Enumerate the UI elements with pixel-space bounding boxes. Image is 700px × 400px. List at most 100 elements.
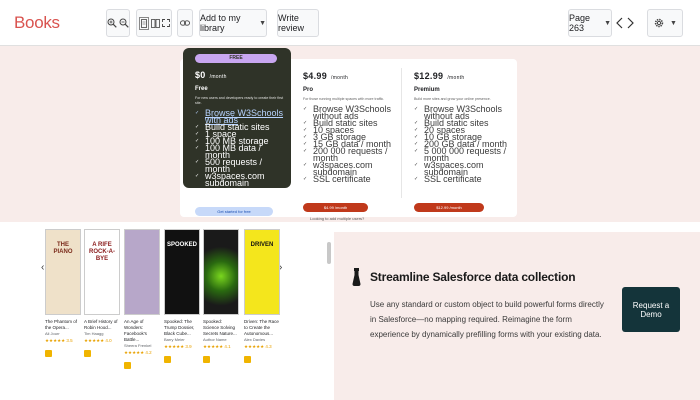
book-title[interactable]: The Phantom of the Opera... (45, 319, 81, 331)
book-cover[interactable]: DRIVEN (244, 229, 280, 315)
star-rating: ★★★★★ 3.9 (164, 344, 192, 349)
link-icon (180, 20, 190, 26)
cover-text: THE PIANO (53, 242, 73, 255)
star-rating: ★★★★★ 4.3 (244, 344, 272, 349)
two-page-view-icon[interactable] (150, 18, 160, 28)
next-page-icon[interactable] (627, 17, 634, 29)
single-page-view-icon[interactable] (138, 16, 149, 30)
book-title[interactable]: Spooked: The Trump Dossier, Black Cube..… (164, 319, 200, 337)
plan-features: Browse W3Schools without ads Build stati… (303, 105, 398, 184)
book-card[interactable]: DRIVEN Driven: The Race to Create the Au… (244, 229, 280, 368)
book-author: Sheera Frenkel (124, 343, 152, 348)
book-author: Barry Meier (164, 337, 185, 342)
plan-name: Premium (414, 87, 440, 93)
zoom-out-icon[interactable] (119, 18, 129, 28)
page-select[interactable]: Page 263 ▼ (568, 9, 612, 37)
plan-feature: SSL certificate (414, 175, 514, 184)
plan-features: Browse W3Schools with ads Build static s… (195, 109, 285, 188)
fullscreen-icon[interactable] (161, 19, 170, 27)
book-author: Alex Davies (244, 337, 266, 342)
page-nav-group (613, 9, 637, 37)
book-cover[interactable]: SPOOKED (164, 229, 200, 315)
cover-text: A RIFE ROCK-A-BYE (89, 242, 115, 262)
pro-plan-button[interactable]: $4.99 /month (303, 203, 368, 212)
page-label: Page 263 (569, 13, 591, 33)
plan-feature: w3spaces.com subdomain (195, 172, 285, 188)
cover-text: SPOOKED (167, 242, 198, 248)
view-mode-group (136, 9, 172, 37)
ad-body: Use any standard or custom object to bui… (370, 300, 604, 339)
flask-icon (352, 268, 361, 286)
plan-price: $0/month (195, 70, 285, 80)
add-to-library-button[interactable]: Add to my library ▼ (199, 9, 267, 37)
book-cover[interactable] (124, 229, 160, 315)
book-author: Author Name (203, 337, 227, 342)
book-title[interactable]: An Age of Wonders: Facebook's Battle... (124, 319, 160, 343)
app-logo[interactable]: Books (14, 13, 60, 33)
plan-pro-card: $4.99/month Pro For those running multip… (303, 71, 398, 184)
settings-button[interactable]: ▼ (647, 9, 683, 37)
cover-text: DRIVEN (250, 242, 274, 248)
plan-description: For new users and developers ready to cr… (195, 96, 284, 105)
plan-premium-card: $12.99/month Premium Build more sites an… (414, 71, 514, 184)
book-card[interactable]: An Age of Wonders: Facebook's Battle... … (124, 229, 160, 374)
plan-price-value: $0 (195, 70, 206, 80)
free-badge: FREE (195, 54, 277, 63)
plan-price: $4.99/month (303, 71, 398, 81)
chevron-down-icon: ▼ (259, 19, 266, 27)
star-rating: ★★★★★ 4.1 (203, 344, 231, 349)
plan-description: For those running multiple spaces with m… (303, 97, 385, 101)
plan-name: Pro (303, 87, 314, 93)
plan-price-value: $12.99 (414, 71, 444, 81)
book-card[interactable]: SPOOKED Spooked: The Trump Dossier, Blac… (164, 229, 200, 368)
book-author: Ali Jourr (45, 331, 60, 336)
book-card[interactable]: Spooked: Science Solving Secrets Nature.… (203, 229, 239, 368)
link-button[interactable] (177, 9, 193, 37)
book-badge-icon (45, 350, 52, 357)
plan-price-period: /month (447, 75, 465, 81)
gear-icon (653, 17, 665, 29)
plan-features: Browse W3Schools without ads Build stati… (414, 105, 514, 184)
ad-title[interactable]: Streamline Salesforce data collection (370, 270, 576, 284)
plan-description: Build more sites and grow your online pr… (414, 97, 491, 101)
star-rating: ★★★★★ 3.5 (45, 338, 73, 343)
book-title[interactable]: A Brief History of Robin Hood... (84, 319, 120, 331)
plan-price: $12.99/month (414, 71, 514, 81)
plan-divider (401, 68, 402, 198)
book-cover[interactable] (203, 229, 239, 315)
write-review-button[interactable]: Write review (277, 9, 319, 37)
toolbar: Books Add to my library ▼ Write review P… (0, 0, 700, 46)
write-review-label: Write review (278, 13, 305, 33)
get-started-free-button[interactable]: Get started for free (195, 207, 273, 216)
zoom-button-group (106, 9, 130, 37)
premium-plan-button[interactable]: $12.99 /month (414, 203, 484, 212)
book-badge-icon (124, 362, 131, 369)
book-cover[interactable]: A RIFE ROCK-A-BYE (84, 229, 120, 315)
book-title[interactable]: Driven: The Race to Create the Autonomou… (244, 319, 280, 337)
book-title[interactable]: Spooked: Science Solving Secrets Nature.… (203, 319, 239, 337)
star-rating: ★★★★★ 4.2 (124, 350, 152, 355)
chevron-down-icon: ▼ (604, 19, 611, 27)
book-cover[interactable]: THE PIANO (45, 229, 81, 315)
book-badge-icon (244, 356, 251, 363)
shelf-prev-icon[interactable]: ‹ (41, 262, 44, 273)
shelf-scrollbar[interactable] (327, 242, 331, 264)
plan-price-value: $4.99 (303, 71, 328, 81)
salesforce-ad: Streamline Salesforce data collection Us… (334, 232, 700, 400)
multiple-users-note[interactable]: Looking to add multiple users? (310, 216, 364, 221)
book-badge-icon (84, 350, 91, 357)
plan-price-period: /month (331, 75, 349, 81)
plan-name: Free (195, 86, 208, 92)
zoom-in-icon[interactable] (107, 18, 117, 28)
plan-feature: SSL certificate (303, 175, 398, 184)
request-demo-button[interactable]: Request a Demo (622, 287, 680, 332)
book-badge-icon (203, 356, 210, 363)
plan-free-card: FREE $0/month Free For new users and dev… (183, 48, 291, 188)
book-badge-icon (164, 356, 171, 363)
previous-page-icon[interactable] (616, 17, 623, 29)
book-card[interactable]: THE PIANO The Phantom of the Opera... Al… (45, 229, 81, 362)
star-rating: ★★★★★ 4.0 (84, 338, 112, 343)
plan-price-period: /month (209, 74, 227, 80)
book-card[interactable]: A RIFE ROCK-A-BYE A Brief History of Rob… (84, 229, 120, 362)
add-to-library-label: Add to my library (200, 13, 241, 33)
